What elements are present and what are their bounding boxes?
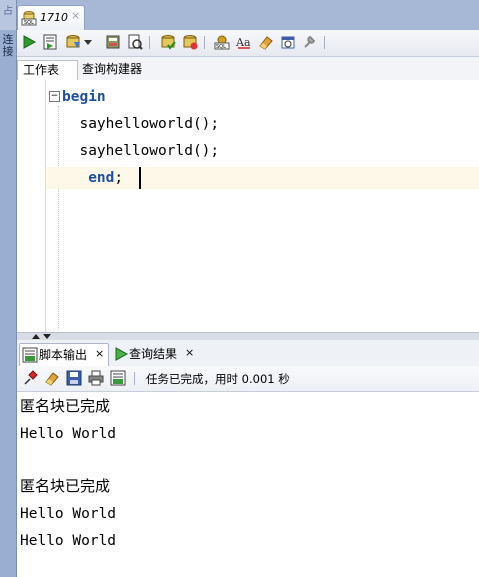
toolbar-separator <box>324 36 325 49</box>
code-statement: sayhelloworld(); <box>79 143 220 159</box>
output-line: Hello World <box>20 533 117 549</box>
connections-dock-tab[interactable]: 连接 <box>1 34 15 58</box>
sql-worksheet-icon: SQL <box>21 11 37 26</box>
script-output-icon <box>22 347 38 363</box>
svg-text:SQL: SQL <box>24 20 34 26</box>
output-line: 匿名块已完成 <box>20 477 111 495</box>
clear-icon[interactable] <box>258 34 274 50</box>
toolbar-separator <box>134 372 135 385</box>
commit-icon[interactable] <box>65 34 81 50</box>
fold-collapse-icon[interactable]: − <box>49 91 60 102</box>
keyword-end: end <box>88 170 115 186</box>
code-line-2: sayhelloworld(); <box>62 114 219 134</box>
output-tab-bar: 脚本输出 × 查询结果 × <box>17 340 479 366</box>
code-line-3: sayhelloworld(); <box>62 141 219 161</box>
close-tab-icon[interactable]: × <box>185 342 194 364</box>
history-icon[interactable] <box>280 34 296 50</box>
keyword-begin: begin <box>62 89 106 105</box>
editor-gutter <box>17 80 46 332</box>
commit-transaction-icon[interactable] <box>160 34 176 50</box>
worksheet-subtabs: 工作表 查询构建器 <box>17 57 479 81</box>
splitter-arrows-icon[interactable] <box>31 333 53 340</box>
script-output-panel: 匿名块已完成 Hello World 匿名块已完成 Hello World He… <box>17 392 479 577</box>
query-result-label: 查询结果 <box>129 347 178 361</box>
rollback-icon[interactable] <box>182 34 198 50</box>
format-text-icon[interactable]: Aa <box>236 34 252 50</box>
task-status-text: 任务已完成，用时 0.001 秒 <box>146 372 290 386</box>
run-icon <box>115 347 129 361</box>
sql-tab-title: 1710 <box>40 11 68 24</box>
dropdown-arrow-icon[interactable] <box>83 34 93 50</box>
svg-text:SQL: SQL <box>216 44 226 50</box>
sql-tuning-icon[interactable]: SQL <box>214 34 230 50</box>
pin-icon[interactable] <box>22 370 38 386</box>
left-dock: 占 连接 <box>0 0 17 577</box>
close-tab-icon[interactable]: × <box>71 9 80 22</box>
save-icon[interactable] <box>66 370 82 386</box>
autotrace-icon[interactable] <box>127 34 143 50</box>
dock-top-label[interactable]: 占 <box>1 6 15 17</box>
text-cursor <box>139 167 141 189</box>
svg-text:Aa: Aa <box>236 36 251 49</box>
worksheet-toolbar: SQL Aa <box>17 30 479 57</box>
indent-guide <box>58 106 59 330</box>
output-line: Hello World <box>20 426 117 442</box>
unshared-sql-icon[interactable] <box>302 34 318 50</box>
editor-tab-bar <box>17 0 479 30</box>
tab-query-result[interactable]: 查询结果 × <box>111 343 203 365</box>
script-icon[interactable] <box>110 370 126 386</box>
explain-plan-icon[interactable] <box>105 34 121 50</box>
code-statement: sayhelloworld(); <box>79 116 220 132</box>
close-tab-icon[interactable]: × <box>95 343 104 365</box>
output-line: 匿名块已完成 <box>20 397 111 415</box>
run-statement-icon[interactable] <box>21 34 37 50</box>
code-line-4: end; <box>88 170 124 186</box>
tab-query-builder[interactable]: 查询构建器 <box>77 60 147 79</box>
script-output-label: 脚本输出 <box>39 348 88 362</box>
toolbar-separator <box>149 36 150 49</box>
tab-worksheet[interactable]: 工作表 <box>17 60 78 80</box>
sql-worksheet-tab[interactable]: SQL 1710 × <box>17 5 85 31</box>
tab-script-output[interactable]: 脚本输出 × <box>19 343 109 366</box>
print-icon[interactable] <box>88 370 104 386</box>
output-line: Hello World <box>20 506 117 522</box>
clear-output-icon[interactable] <box>44 370 60 386</box>
dock-top-strip: 占 <box>0 0 16 30</box>
code-line-1: begin <box>62 87 106 107</box>
run-script-icon[interactable] <box>42 34 58 50</box>
toolbar-separator <box>204 36 205 49</box>
output-toolbar: 任务已完成，用时 0.001 秒 <box>17 366 479 392</box>
